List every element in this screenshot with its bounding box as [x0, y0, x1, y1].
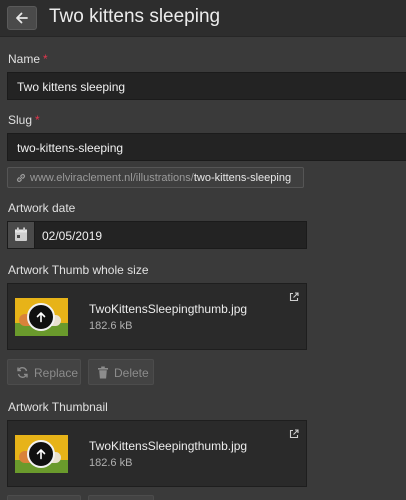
trash-icon — [98, 366, 108, 379]
calendar-icon — [15, 227, 27, 241]
name-label: Name * — [8, 52, 48, 66]
delete-button[interactable] — [88, 495, 154, 500]
file-name: TwoKittensSleepingthumb.jpg — [89, 302, 248, 316]
page-url-link[interactable]: www.elviraclement.nl/illustrations/two-k… — [7, 167, 304, 188]
slug-label: Slug * — [8, 113, 40, 127]
page-title: Two kittens sleeping — [49, 6, 221, 27]
header-bar: Two kittens sleeping — [0, 0, 406, 37]
replace-label: Replace — [34, 366, 79, 380]
file-name: TwoKittensSleepingthumb.jpg — [89, 439, 248, 453]
file-size: 182.6 kB — [89, 320, 133, 332]
open-external-icon[interactable] — [289, 292, 299, 302]
open-external-icon[interactable] — [289, 429, 299, 439]
thumb-whole-size-file-card: TwoKittensSleepingthumb.jpg 182.6 kB — [7, 283, 307, 350]
artwork-date-field[interactable]: 02/05/2019 — [7, 221, 307, 249]
slug-value: two-kittens-sleeping — [17, 141, 124, 155]
required-mark: * — [43, 52, 48, 66]
artwork-date-value: 02/05/2019 — [42, 229, 103, 243]
upload-button[interactable] — [27, 440, 55, 468]
name-label-text: Name — [8, 52, 41, 66]
thumbnail-label: Artwork Thumbnail — [8, 400, 108, 414]
thumbnail-file-card: TwoKittensSleepingthumb.jpg 182.6 kB — [7, 420, 307, 487]
name-value: Two kittens sleeping — [17, 80, 126, 94]
url-slug: two-kittens-sleeping — [193, 172, 292, 184]
refresh-icon — [17, 367, 28, 378]
name-field[interactable]: Two kittens sleeping — [7, 72, 406, 100]
upload-button[interactable] — [27, 303, 55, 331]
arrow-up-icon — [36, 449, 46, 460]
required-mark: * — [35, 113, 40, 127]
file-size: 182.6 kB — [89, 457, 133, 469]
thumb-whole-size-label: Artwork Thumb whole size — [8, 263, 149, 277]
delete-button[interactable]: Delete — [88, 359, 154, 385]
arrow-up-icon — [36, 312, 46, 323]
url-prefix: www.elviraclement.nl/illustrations/ — [30, 172, 194, 184]
back-button[interactable] — [7, 6, 37, 30]
slug-field[interactable]: two-kittens-sleeping — [7, 133, 406, 161]
delete-label: Delete — [114, 366, 149, 380]
artwork-date-label: Artwork date — [8, 201, 76, 215]
replace-button[interactable]: Replace — [7, 359, 81, 385]
url-text: www.elviraclement.nl/illustrations/two-k… — [30, 172, 291, 184]
link-icon — [16, 173, 26, 183]
slug-label-text: Slug — [8, 113, 33, 127]
replace-button[interactable] — [7, 495, 81, 500]
arrow-left-icon — [16, 12, 28, 24]
calendar-button[interactable] — [8, 222, 35, 248]
